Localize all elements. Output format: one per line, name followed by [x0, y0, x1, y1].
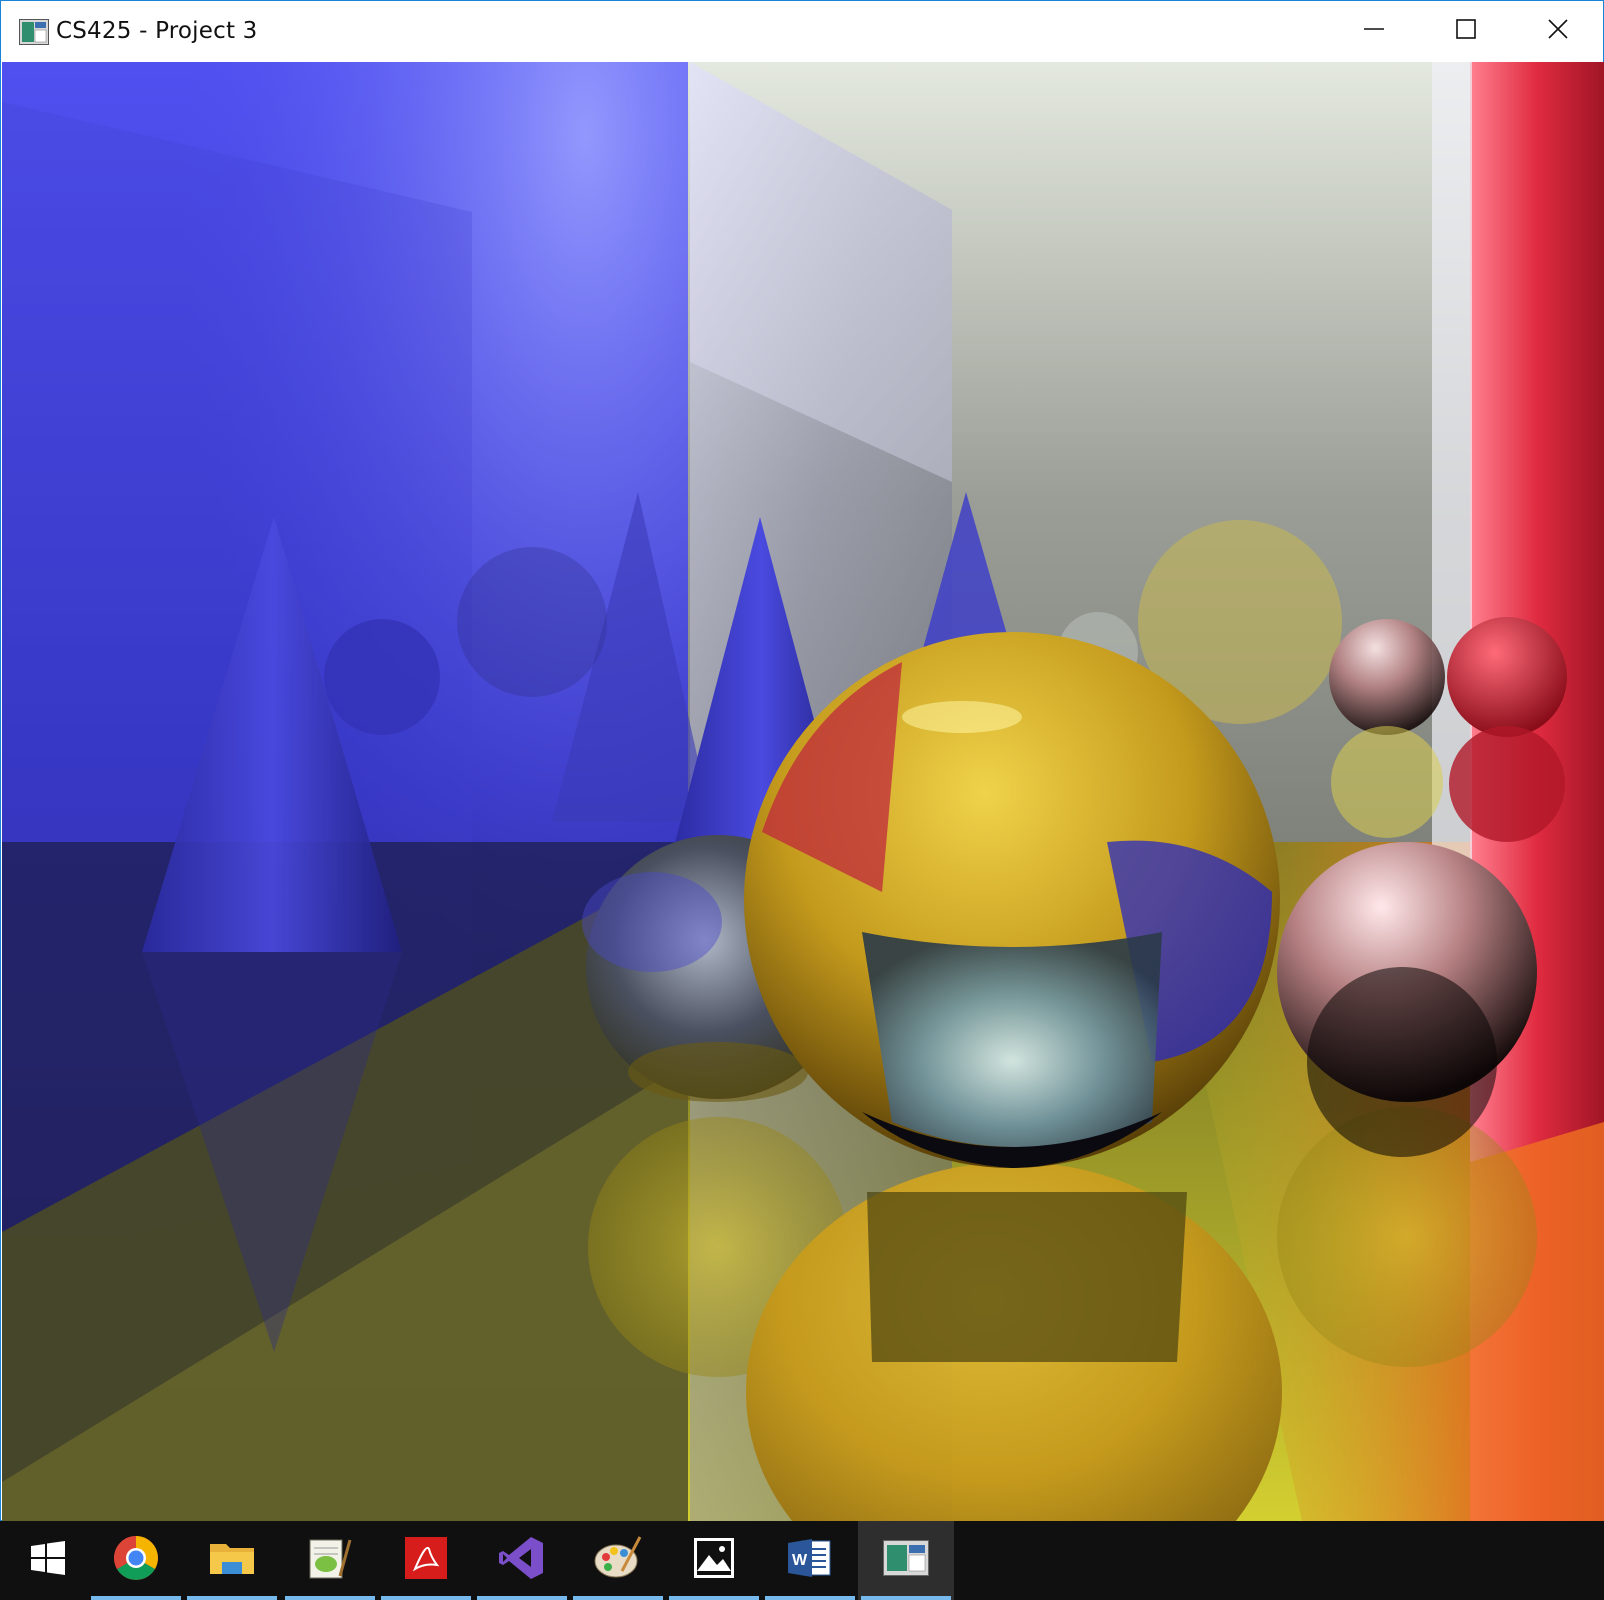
chrome-taskbar-button[interactable]	[88, 1521, 184, 1600]
running-indicator	[861, 1596, 951, 1600]
start-button[interactable]	[0, 1521, 96, 1600]
running-indicator	[573, 1596, 663, 1600]
running-indicator	[477, 1596, 567, 1600]
word-taskbar-button[interactable]: W	[762, 1521, 858, 1600]
running-indicator	[91, 1596, 181, 1600]
photos-icon	[693, 1537, 735, 1584]
app-window-icon	[883, 1540, 929, 1581]
running-indicator	[381, 1596, 471, 1600]
minimize-icon	[1363, 18, 1385, 45]
folder-icon	[210, 1540, 254, 1581]
running-indicator	[669, 1596, 759, 1600]
windows-logo-icon	[31, 1541, 65, 1580]
visual-studio-icon	[499, 1535, 545, 1586]
render-viewport	[2, 62, 1604, 1521]
acrobat-taskbar-button[interactable]	[378, 1521, 474, 1600]
taskbar: W	[0, 1521, 1604, 1600]
paint-palette-icon	[594, 1535, 642, 1586]
running-indicator	[187, 1596, 277, 1600]
photos-taskbar-button[interactable]	[666, 1521, 762, 1600]
word-icon: W	[788, 1537, 832, 1584]
acrobat-icon	[405, 1537, 447, 1584]
file-explorer-taskbar-button[interactable]	[184, 1521, 280, 1600]
raytraced-scene	[2, 62, 1604, 1521]
project3-taskbar-button[interactable]	[858, 1521, 954, 1600]
visual-studio-taskbar-button[interactable]	[474, 1521, 570, 1600]
window-title: CS425 - Project 3	[56, 18, 258, 44]
minimize-button[interactable]	[1328, 1, 1420, 62]
svg-text:W: W	[792, 1552, 808, 1569]
maximize-button[interactable]	[1420, 1, 1512, 62]
notepad-plus-plus-icon	[308, 1536, 352, 1585]
app-window: CS425 - Project 3	[0, 0, 1604, 1521]
title-bar[interactable]: CS425 - Project 3	[1, 1, 1603, 62]
notepadpp-taskbar-button[interactable]	[282, 1521, 378, 1600]
maximize-icon	[1455, 18, 1477, 45]
paint-taskbar-button[interactable]	[570, 1521, 666, 1600]
running-indicator	[285, 1596, 375, 1600]
close-button[interactable]	[1512, 1, 1604, 62]
running-indicator	[765, 1596, 855, 1600]
app-window-icon	[19, 19, 49, 45]
chrome-icon	[113, 1535, 159, 1586]
close-icon	[1547, 18, 1569, 45]
